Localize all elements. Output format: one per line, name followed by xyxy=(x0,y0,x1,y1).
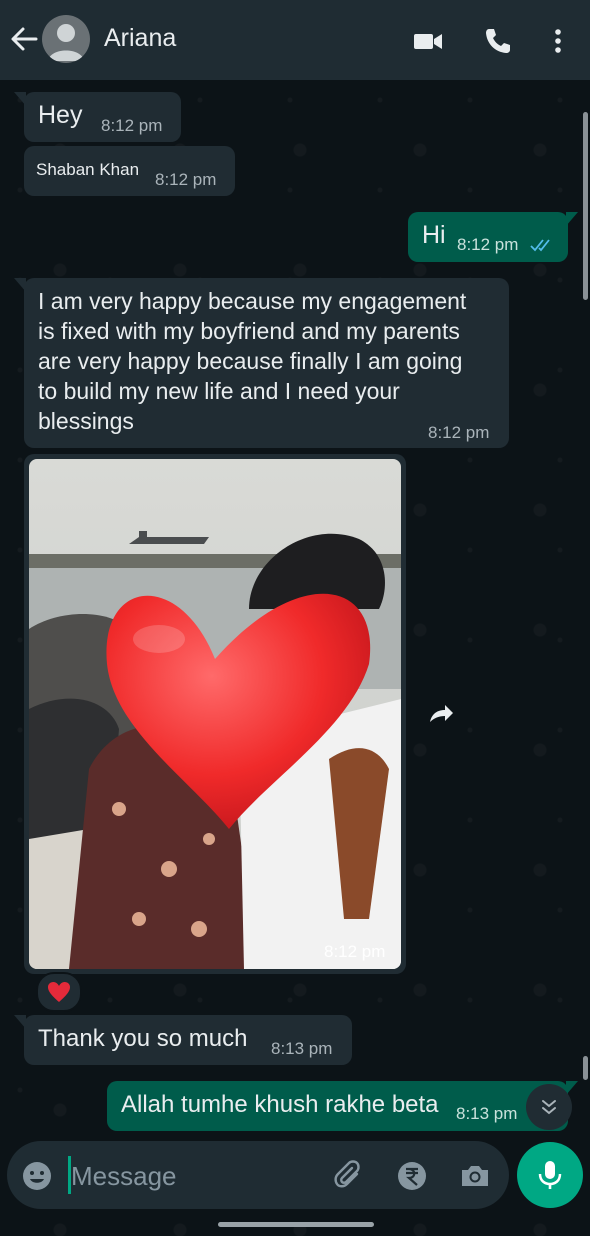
double-chevron-down-icon xyxy=(542,1100,556,1115)
scrollbar-marker xyxy=(583,1056,588,1080)
emoji-icon[interactable] xyxy=(21,1160,53,1192)
chat-header: Ariana xyxy=(0,0,590,80)
avatar[interactable] xyxy=(42,15,90,63)
incoming-message[interactable]: Hey 8:12 pm xyxy=(24,92,181,142)
rupee-payment-icon[interactable] xyxy=(396,1160,428,1192)
outgoing-message[interactable]: Hi 8:12 pm xyxy=(408,212,568,262)
contact-name[interactable]: Ariana xyxy=(104,24,176,53)
message-text: Hey xyxy=(38,101,83,129)
back-arrow-icon[interactable] xyxy=(10,24,38,54)
message-text: Shaban Khan xyxy=(36,160,140,179)
more-options-icon[interactable] xyxy=(543,26,573,56)
attach-icon[interactable] xyxy=(333,1160,365,1192)
message-text-line: is fixed with my boyfriend and my parent… xyxy=(38,318,460,344)
message-input[interactable] xyxy=(69,1155,323,1197)
message-time: 8:12 pm xyxy=(324,942,386,961)
message-text-line: to build my new life and I need your xyxy=(38,378,400,404)
message-time: 8:12 pm xyxy=(101,116,163,135)
heart-icon xyxy=(48,982,70,1002)
camera-icon[interactable] xyxy=(459,1160,491,1192)
scroll-to-bottom-button[interactable] xyxy=(526,1084,572,1130)
message-text: Allah tumhe khush rakhe beta xyxy=(121,1091,439,1118)
voice-call-icon[interactable] xyxy=(483,26,513,56)
message-time: 8:13 pm xyxy=(271,1039,333,1058)
incoming-message[interactable]: Shaban Khan 8:12 pm xyxy=(24,146,235,196)
mic-icon xyxy=(538,1161,562,1189)
shared-photo[interactable]: 8:12 pm xyxy=(29,459,401,969)
heart-reaction[interactable] xyxy=(36,972,82,1012)
message-composer xyxy=(7,1141,509,1209)
voice-message-button[interactable] xyxy=(517,1142,583,1208)
forward-icon[interactable] xyxy=(424,698,458,732)
scrollbar-thumb[interactable] xyxy=(583,112,588,300)
read-receipt-icon xyxy=(530,239,550,252)
incoming-message[interactable]: Thank you so much 8:13 pm xyxy=(24,1015,352,1065)
message-text-line: are very happy because finally I am goin… xyxy=(38,348,463,374)
video-call-icon[interactable] xyxy=(413,26,443,56)
photo-image xyxy=(29,459,401,969)
message-time: 8:12 pm xyxy=(428,423,490,442)
message-time: 8:13 pm xyxy=(456,1104,518,1123)
message-time: 8:12 pm xyxy=(155,170,217,189)
message-text: Hi xyxy=(422,221,446,249)
incoming-message[interactable]: I am very happy because my engagement is… xyxy=(24,278,509,448)
message-time: 8:12 pm xyxy=(457,235,519,254)
home-indicator[interactable] xyxy=(218,1222,374,1227)
default-avatar-icon xyxy=(48,24,84,61)
message-text: Thank you so much xyxy=(38,1025,248,1052)
message-text-line: I am very happy because my engagement xyxy=(38,288,467,314)
outgoing-message[interactable]: Allah tumhe khush rakhe beta 8:13 pm xyxy=(107,1081,568,1131)
message-text-line: blessings xyxy=(38,408,134,434)
